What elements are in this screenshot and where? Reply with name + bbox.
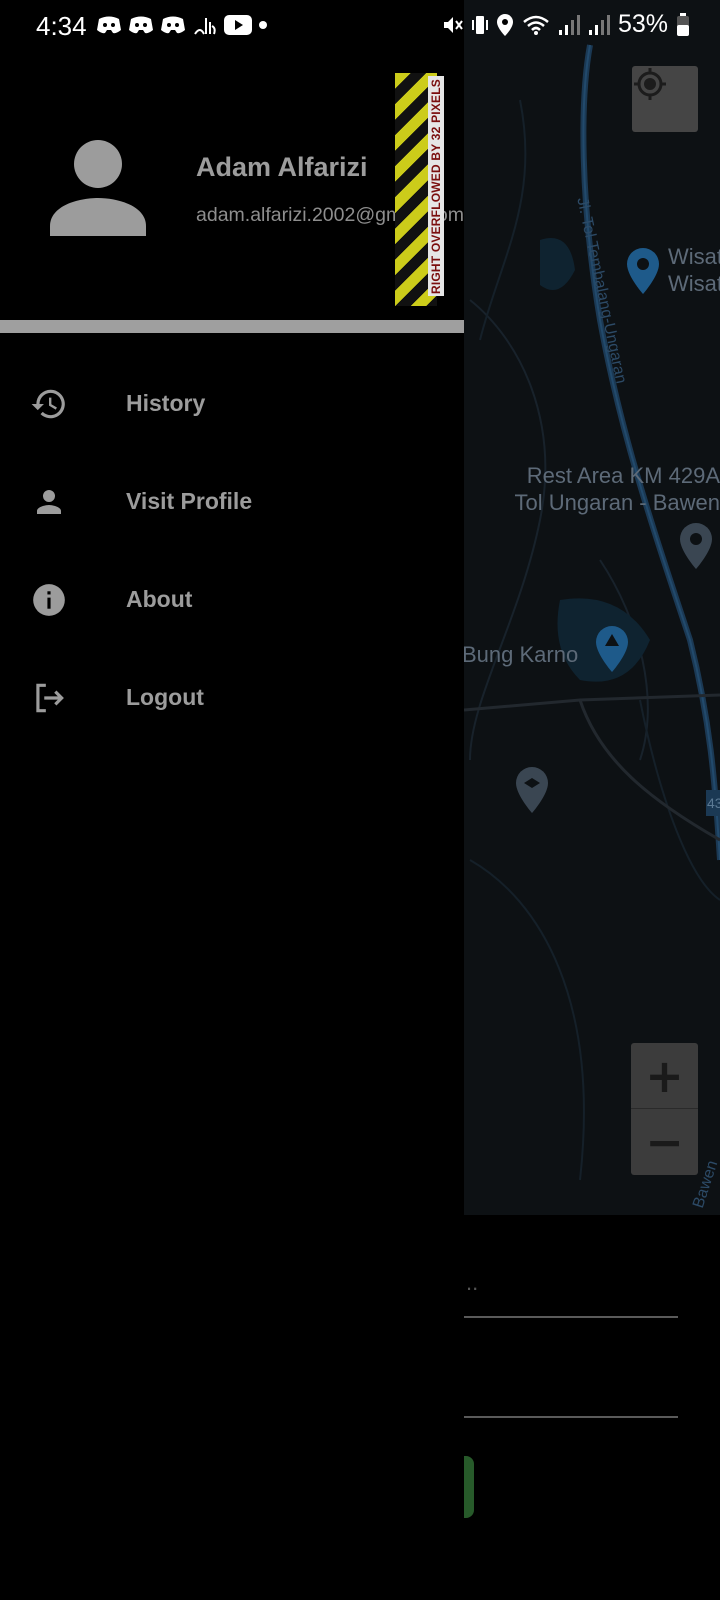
menu-label-visit-profile: Visit Profile	[126, 488, 253, 514]
map-place-label: Wisat Wisat	[668, 244, 720, 296]
overflow-warning-text: RIGHT OVERFLOWED BY 32 PIXELS	[428, 76, 444, 296]
sheet-input-hint: ..	[466, 1270, 479, 1295]
logout-icon	[29, 678, 69, 718]
crosshair-icon	[634, 68, 666, 100]
rest-area-label: Rest Area KM 429A Tol Ungaran - Bawen	[514, 463, 720, 515]
vibrate-icon	[471, 15, 488, 34]
sheet-input-underline-1[interactable]	[460, 1316, 678, 1318]
drawer-menu: History Visit Profile About Logout	[0, 355, 464, 747]
zoom-out-button[interactable]: −	[631, 1109, 698, 1175]
user-name: Adam Alfarizi	[196, 152, 368, 182]
history-icon	[29, 384, 69, 424]
avatar-icon	[50, 140, 146, 236]
signal-icon	[558, 14, 580, 35]
menu-item-history[interactable]: History	[0, 355, 464, 453]
sheet-input-underline-2[interactable]	[460, 1416, 678, 1418]
status-time: 4:34	[36, 11, 87, 41]
arabic-app-icon	[194, 18, 216, 35]
menu-label-about: About	[126, 586, 193, 612]
person-icon	[29, 482, 69, 522]
zoom-in-button[interactable]: +	[631, 1043, 698, 1109]
discord-icon	[97, 16, 121, 34]
header-divider	[0, 320, 464, 333]
menu-item-logout[interactable]: Logout	[0, 649, 464, 747]
my-location-button[interactable]	[632, 66, 698, 132]
battery-icon	[677, 12, 689, 36]
menu-label-history: History	[126, 390, 206, 416]
notification-icons	[96, 14, 268, 36]
status-bar: 4:34 53%	[0, 0, 720, 52]
zoom-controls: + −	[631, 1043, 698, 1175]
info-icon	[29, 580, 69, 620]
battery-percent: 53%	[617, 10, 668, 38]
menu-item-about[interactable]: About	[0, 551, 464, 649]
menu-item-visit-profile[interactable]: Visit Profile	[0, 453, 464, 551]
more-notifications-dot-icon	[259, 21, 267, 29]
park-label: Bung Karno	[462, 642, 579, 667]
road-badge: 43	[707, 795, 720, 811]
youtube-icon	[224, 15, 252, 35]
navigation-drawer: Adam Alfarizi adam.alfarizi.2002@gmail.c…	[0, 0, 464, 1600]
location-icon	[496, 13, 513, 36]
menu-label-logout: Logout	[126, 684, 204, 710]
discord-icon	[161, 16, 185, 34]
system-icons: 53%	[442, 10, 690, 39]
signal-icon-2	[588, 14, 610, 35]
discord-icon	[129, 16, 153, 34]
wifi-icon	[523, 15, 549, 35]
mute-icon	[443, 16, 463, 33]
